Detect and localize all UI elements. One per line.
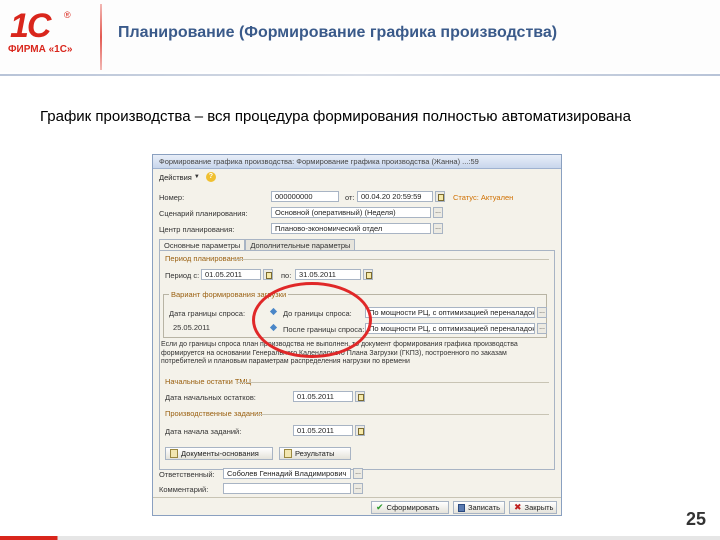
tasks-date-field[interactable]: 01.05.2011 bbox=[293, 425, 353, 436]
window-toolbar: Действия ▼ ? bbox=[153, 169, 561, 185]
calendar-icon[interactable] bbox=[355, 391, 365, 402]
header-divider bbox=[100, 4, 102, 70]
comment-label: Комментарий: bbox=[159, 485, 209, 494]
before-boundary-field[interactable]: По мощности РЦ, с оптимизацией переналад… bbox=[365, 307, 535, 318]
document-icon bbox=[170, 449, 178, 458]
planning-center-label: Центр планирования: bbox=[159, 225, 235, 234]
wip-date-field[interactable]: 01.05.2011 bbox=[293, 391, 353, 402]
comment-select-button[interactable]: ... bbox=[353, 483, 363, 494]
form-schedule-button[interactable]: ✔ Сформировать bbox=[371, 501, 449, 514]
bottom-rule bbox=[0, 536, 720, 540]
save-button[interactable]: Записать bbox=[453, 501, 505, 514]
period-to-field[interactable]: 31.05.2011 bbox=[295, 269, 361, 280]
number-label: Номер: bbox=[159, 193, 185, 202]
scenario-field[interactable]: Основной (оперативный) (Неделя) bbox=[271, 207, 431, 218]
responsible-field[interactable]: Соболев Геннадий Владимирович bbox=[223, 468, 351, 479]
lead-text: График производства – вся процедура форм… bbox=[40, 108, 631, 125]
period-section-divider bbox=[233, 259, 549, 260]
wip-section-divider bbox=[237, 382, 549, 383]
registered-mark: ® bbox=[64, 10, 71, 20]
date-from-label: от: bbox=[345, 193, 355, 202]
after-boundary-field[interactable]: По мощности РЦ, с оптимизацией переналад… bbox=[365, 323, 535, 334]
period-to-label: по: bbox=[281, 271, 292, 280]
results-button[interactable]: Результаты bbox=[279, 447, 351, 460]
close-button[interactable]: ✖ Закрыть bbox=[509, 501, 557, 514]
wip-date-label: Дата начальных остатков: bbox=[165, 393, 256, 402]
tasks-date-label: Дата начала заданий: bbox=[165, 427, 242, 436]
company-logo: 1С ® ФИРМА «1С» bbox=[8, 8, 74, 60]
responsible-select-button[interactable]: ... bbox=[353, 468, 363, 479]
slide-header: 1С ® ФИРМА «1С» Планирование (Формирован… bbox=[0, 0, 720, 72]
window-titlebar[interactable]: Формирование графика производства: Форми… bbox=[153, 155, 561, 169]
close-label: Закрыть bbox=[524, 503, 554, 512]
after-boundary-select-button[interactable]: ... bbox=[537, 323, 547, 334]
responsible-label: Ответственный: bbox=[159, 470, 215, 479]
calendar-icon[interactable] bbox=[435, 191, 445, 202]
tasks-section-title: Производственные задания bbox=[165, 409, 263, 418]
period-from-label: Период с: bbox=[165, 271, 200, 280]
calendar-icon[interactable] bbox=[263, 269, 273, 280]
actions-menu[interactable]: Действия ▼ bbox=[159, 173, 200, 182]
close-icon: ✖ bbox=[514, 502, 522, 512]
source-documents-button[interactable]: Документы-основания bbox=[165, 447, 273, 460]
planning-center-select-button[interactable]: ... bbox=[433, 223, 443, 234]
document-date-field[interactable]: 00.04.20 20:59:59 bbox=[357, 191, 433, 202]
period-from-field[interactable]: 01.05.2011 bbox=[201, 269, 261, 280]
save-icon bbox=[458, 503, 465, 512]
slide-title: Планирование (Формирование графика произ… bbox=[118, 24, 558, 41]
check-icon: ✔ bbox=[376, 502, 384, 512]
logo-caption: ФИРМА «1С» bbox=[8, 44, 73, 55]
calendar-icon[interactable] bbox=[355, 425, 365, 436]
header-rule bbox=[0, 74, 720, 76]
boundary-date-value[interactable]: 25.05.2011 bbox=[173, 323, 210, 332]
window-footer: ✔ Сформировать Записать ✖ Закрыть bbox=[153, 497, 561, 515]
logo-mark: 1С bbox=[10, 7, 51, 45]
results-label: Результаты bbox=[295, 449, 335, 458]
actions-menu-label: Действия bbox=[159, 172, 192, 182]
status-badge: Статус: Актуален bbox=[453, 193, 514, 202]
scenario-label: Сценарий планирования: bbox=[159, 209, 248, 218]
planning-center-field[interactable]: Планово-экономический отдел bbox=[271, 223, 431, 234]
before-boundary-select-button[interactable]: ... bbox=[537, 307, 547, 318]
save-label: Записать bbox=[467, 503, 500, 512]
comment-field[interactable] bbox=[223, 483, 351, 494]
boundary-date-label: Дата границы спроса: bbox=[169, 309, 246, 318]
period-section-title: Период планирования bbox=[165, 254, 244, 263]
number-field[interactable]: 000000000 bbox=[271, 191, 339, 202]
tasks-section-divider bbox=[257, 414, 549, 415]
help-icon[interactable]: ? bbox=[205, 172, 216, 182]
calendar-icon[interactable] bbox=[363, 269, 373, 280]
document-icon bbox=[284, 449, 292, 458]
form-schedule-label: Сформировать bbox=[386, 503, 440, 512]
page-number: 25 bbox=[685, 509, 706, 529]
highlight-circle bbox=[252, 282, 372, 358]
chevron-down-icon: ▼ bbox=[193, 174, 200, 180]
source-documents-label: Документы-основания bbox=[181, 449, 259, 458]
scenario-select-button[interactable]: ... bbox=[433, 207, 443, 218]
